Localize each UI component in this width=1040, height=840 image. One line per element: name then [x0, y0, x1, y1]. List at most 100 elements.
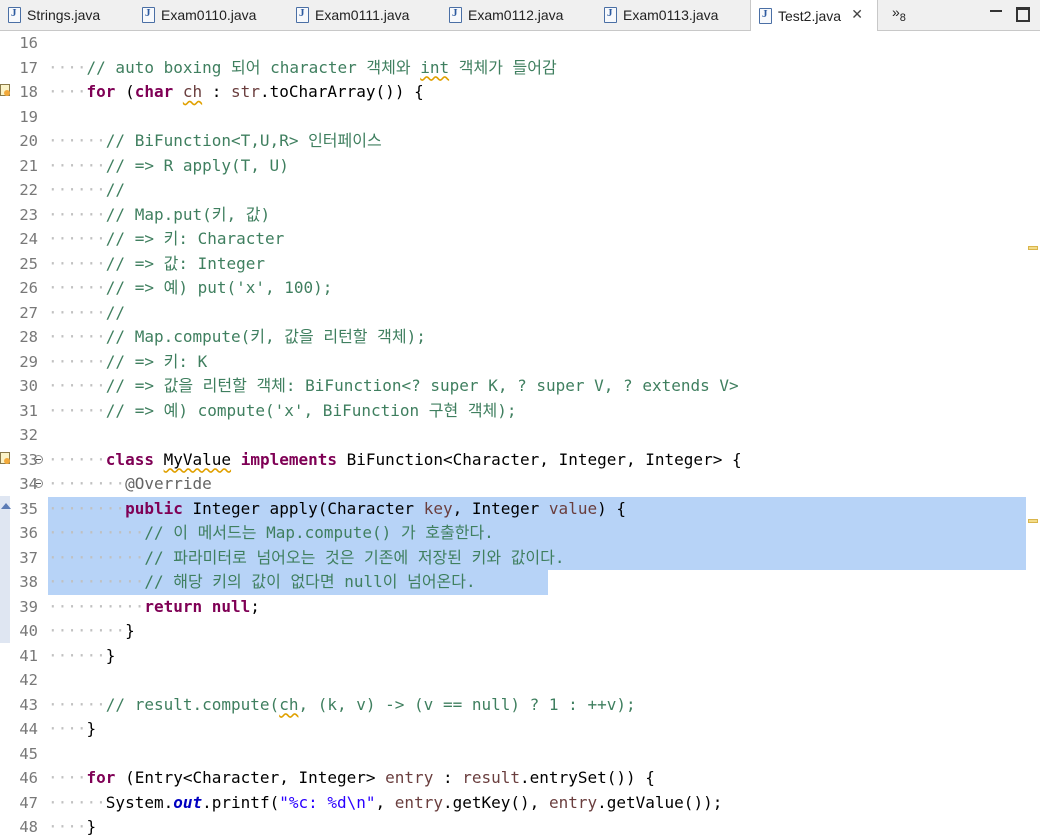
code-line[interactable]: 38 ··········// 해당 키의 값이 없다면 null이 넘어온다.: [0, 570, 1040, 595]
tab-test2-java[interactable]: Test2.java ✕: [750, 0, 878, 31]
code-line[interactable]: 16: [0, 31, 1040, 56]
code-text[interactable]: ······// result.compute(ch, (k, v) -> (v…: [48, 693, 636, 718]
code-line[interactable]: 27 ······//: [0, 301, 1040, 326]
code-line[interactable]: 31 ······// => 예) compute('x', BiFunction…: [0, 399, 1040, 424]
code-text[interactable]: ······// BiFunction<T,U,R> 인터페이스: [48, 129, 382, 154]
tab-label: Exam0110.java: [161, 7, 257, 23]
code-line[interactable]: 48 ····}: [0, 815, 1040, 840]
code-line[interactable]: 39 ··········return null;: [0, 595, 1040, 620]
code-text[interactable]: ······}: [48, 644, 115, 669]
line-number: 44: [19, 720, 38, 738]
line-number: 20: [19, 132, 38, 150]
java-file-icon: [142, 7, 155, 23]
code-line[interactable]: 37 ··········// 파라미터로 넘어오는 것은 기존에 저장된 키와 …: [0, 545, 1040, 571]
line-number: 40: [19, 622, 38, 640]
code-line[interactable]: 23 ······// Map.put(키, 값): [0, 203, 1040, 228]
line-number: 37: [19, 548, 38, 567]
line-number: 21: [19, 156, 38, 175]
code-text[interactable]: ····for (Entry<Character, Integer> entry…: [48, 766, 655, 791]
code-line[interactable]: 34 ········@Override: [0, 472, 1040, 497]
tab-overflow-button[interactable]: »8: [892, 4, 906, 24]
code-text[interactable]: ······// => 값: Integer: [48, 252, 265, 277]
code-text[interactable]: ····for (char ch : str.toCharArray()) {: [48, 80, 424, 105]
code-line[interactable]: 46 ····for (Entry<Character, Integer> ent…: [0, 766, 1040, 791]
code-text[interactable]: ··········// 이 메서드는 Map.compute() 가 호출한다…: [48, 521, 494, 546]
line-number: 39: [19, 597, 38, 616]
tab-exam0110-java[interactable]: Exam0110.java: [134, 0, 288, 30]
tab-exam0113-java[interactable]: Exam0113.java: [596, 0, 750, 30]
tab-exam0111-java[interactable]: Exam0111.java: [288, 0, 441, 30]
code-text[interactable]: ······// => 키: Character: [48, 227, 284, 252]
line-number: 42: [19, 671, 38, 689]
line-number: 19: [19, 107, 38, 126]
code-text[interactable]: ······// => 예) put('x', 100);: [48, 276, 332, 301]
line-number: 22: [19, 181, 38, 199]
code-line[interactable]: 40 ········}: [0, 619, 1040, 644]
maximize-icon[interactable]: [1016, 7, 1030, 22]
line-number: 18: [19, 83, 38, 101]
code-line[interactable]: 42: [0, 668, 1040, 693]
code-line[interactable]: 44 ····}: [0, 717, 1040, 742]
tab-strings-java[interactable]: Strings.java: [0, 0, 134, 30]
code-line[interactable]: 30 ······// => 값을 리턴할 객체: BiFunction<? su…: [0, 374, 1040, 399]
code-text[interactable]: ······class MyValue implements BiFunctio…: [48, 448, 742, 473]
tab-exam0112-java[interactable]: Exam0112.java: [441, 0, 596, 30]
code-text[interactable]: ······// => 키: K: [48, 350, 207, 375]
code-text[interactable]: ··········return null;: [48, 595, 260, 620]
line-number: 36: [19, 524, 38, 542]
code-line[interactable]: 24 ······// => 키: Character: [0, 227, 1040, 252]
line-number: 16: [19, 34, 38, 52]
code-line[interactable]: 22 ······//: [0, 178, 1040, 203]
tab-label: Exam0112.java: [468, 7, 564, 23]
code-text[interactable]: ······// => 예) compute('x', BiFunction 구…: [48, 399, 517, 424]
warning-lightbulb-icon[interactable]: [0, 451, 10, 464]
line-number: 35: [19, 499, 38, 518]
code-editor[interactable]: 16 17 ····// auto boxing 되어 character 객체와 …: [0, 31, 1040, 836]
code-line[interactable]: 28 ······// Map.compute(키, 값을 리턴할 객체);: [0, 325, 1040, 350]
code-text[interactable]: ······// => 값을 리턴할 객체: BiFunction<? supe…: [48, 374, 739, 399]
code-line[interactable]: 25 ······// => 값: Integer: [0, 252, 1040, 277]
java-file-icon: [296, 7, 309, 23]
line-number: 23: [19, 205, 38, 224]
code-line[interactable]: 26 ······// => 예) put('x', 100);: [0, 276, 1040, 301]
code-line[interactable]: 43 ······// result.compute(ch, (k, v) -> …: [0, 693, 1040, 718]
code-text[interactable]: ········}: [48, 619, 135, 644]
code-line[interactable]: 47 ······System.out.printf("%c: %d\n", en…: [0, 791, 1040, 816]
code-text[interactable]: ····}: [48, 717, 96, 742]
minimize-icon[interactable]: [990, 6, 1002, 16]
line-number: 47: [19, 793, 38, 812]
code-line[interactable]: 45: [0, 742, 1040, 767]
code-line[interactable]: 41 ······}: [0, 644, 1040, 669]
line-number: 43: [19, 695, 38, 714]
code-text[interactable]: ··········// 해당 키의 값이 없다면 null이 넘어온다.: [48, 570, 476, 595]
code-text[interactable]: ······// => R apply(T, U): [48, 154, 289, 179]
code-text[interactable]: ······//: [48, 178, 125, 203]
code-line[interactable]: 33 ······class MyValue implements BiFunct…: [0, 448, 1040, 473]
code-text[interactable]: ········public Integer apply(Character k…: [48, 497, 626, 522]
line-number: 33: [19, 450, 38, 469]
code-text[interactable]: ······//: [48, 301, 125, 326]
code-text[interactable]: ······// Map.put(키, 값): [48, 203, 270, 228]
close-tab-icon[interactable]: ✕: [851, 6, 863, 23]
chevron-double-right-icon: »: [892, 4, 900, 20]
code-text[interactable]: ····}: [48, 815, 96, 840]
line-number: 24: [19, 230, 38, 248]
override-triangle-icon[interactable]: [1, 502, 11, 509]
code-text[interactable]: ··········// 파라미터로 넘어오는 것은 기존에 저장된 키와 값이…: [48, 546, 565, 571]
line-number: 27: [19, 303, 38, 322]
code-line[interactable]: 21 ······// => R apply(T, U): [0, 154, 1040, 179]
line-number: 46: [19, 769, 38, 787]
code-line[interactable]: 36 ··········// 이 메서드는 Map.compute() 가 호출…: [0, 521, 1040, 546]
code-line[interactable]: 20 ······// BiFunction<T,U,R> 인터페이스: [0, 129, 1040, 154]
code-text[interactable]: ····// auto boxing 되어 character 객체와 int …: [48, 56, 557, 81]
code-line[interactable]: 35 ········public Integer apply(Character…: [0, 496, 1040, 522]
code-line[interactable]: 19: [0, 105, 1040, 130]
code-text[interactable]: ······System.out.printf("%c: %d\n", entr…: [48, 791, 722, 816]
code-line[interactable]: 18 ····for (char ch : str.toCharArray()) …: [0, 80, 1040, 105]
code-line[interactable]: 32: [0, 423, 1040, 448]
code-line[interactable]: 29 ······// => 키: K: [0, 350, 1040, 375]
warning-lightbulb-icon[interactable]: [0, 84, 10, 96]
code-line[interactable]: 17 ····// auto boxing 되어 character 객체와 in…: [0, 56, 1040, 81]
code-text[interactable]: ········@Override: [48, 472, 212, 497]
code-text[interactable]: ······// Map.compute(키, 값을 리턴할 객체);: [48, 325, 426, 350]
